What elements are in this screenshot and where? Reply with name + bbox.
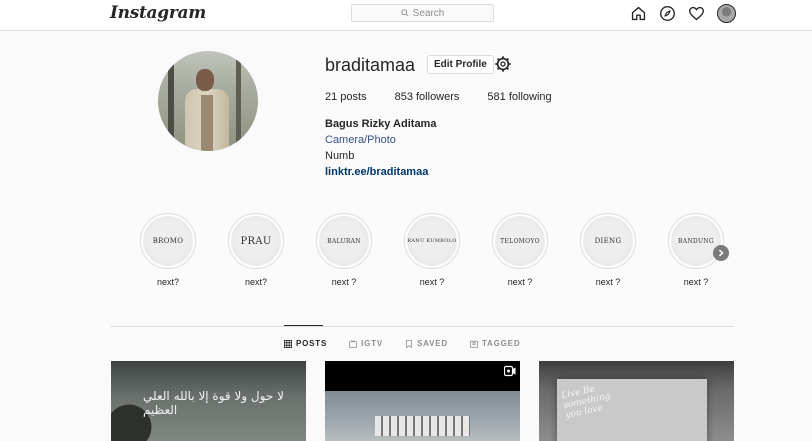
highlight-label: next? [156, 277, 180, 287]
reel-video-icon [504, 365, 516, 377]
tab-posts[interactable]: POSTS [284, 339, 327, 348]
heart-icon[interactable] [688, 5, 705, 22]
home-icon[interactable] [630, 5, 647, 22]
search-placeholder: Search [412, 7, 445, 19]
bio-category: Camera/Photo [325, 134, 396, 146]
top-nav: Instagram Search [0, 0, 812, 31]
highlight-cover: BALURAN [319, 216, 369, 266]
profile-stats: 21 posts 853 followers 581 following [325, 91, 580, 103]
tab-tagged[interactable]: TAGGED [469, 339, 520, 348]
highlight-item[interactable]: BALURAN next ? [316, 213, 372, 287]
post-thumbnail[interactable] [325, 361, 520, 441]
post-overlay-text: لا حول ولا قوة إلا بالله العلي العظيم [143, 389, 284, 417]
highlight-item[interactable]: TELOMOYO next ? [492, 213, 548, 287]
bio-text: Numb [325, 150, 355, 162]
settings-gear-icon[interactable] [494, 55, 512, 73]
profile-picture[interactable] [158, 51, 258, 151]
story-highlights: BROMO next? PRAU next? BALURAN next ? RA… [140, 213, 730, 293]
instagram-logo[interactable]: Instagram [110, 3, 206, 23]
post-thumbnail[interactable]: لا حول ولا قوة إلا بالله العلي العظيم [111, 361, 306, 441]
highlight-label: next? [244, 277, 268, 287]
posts-count: 21 posts [325, 91, 367, 103]
grid-icon [284, 339, 292, 348]
highlight-cover: PRAU [231, 216, 281, 266]
edit-profile-button[interactable]: Edit Profile [427, 55, 494, 74]
highlight-label: next ? [419, 277, 445, 287]
nav-icons [630, 4, 736, 23]
highlight-label: next ? [331, 277, 357, 287]
highlight-cover: BROMO [143, 216, 193, 266]
search-input[interactable]: Search [351, 4, 494, 22]
post-thumbnail[interactable]: Live Be something you love [539, 361, 734, 441]
profile-username: braditamaa [325, 55, 416, 75]
bookmark-icon [406, 339, 412, 348]
highlight-label: next ? [683, 277, 709, 287]
tag-icon [469, 340, 478, 348]
explore-compass-icon[interactable] [659, 5, 676, 22]
tab-igtv[interactable]: IGTV [349, 339, 383, 348]
profile-tabs: POSTS IGTV SAVED TAGGED [284, 339, 520, 348]
highlight-item[interactable]: BROMO next? [140, 213, 196, 287]
highlight-label: next ? [507, 277, 533, 287]
highlight-item[interactable]: DIENG next ? [580, 213, 636, 287]
highlight-cover: BANDUNG [671, 216, 721, 266]
highlight-cover: TELOMOYO [495, 216, 545, 266]
bio-full-name: Bagus Rizky Aditama [325, 118, 437, 130]
highlight-item[interactable]: RANU KUMBOLO next ? [404, 213, 460, 287]
highlight-item[interactable]: PRAU next? [228, 213, 284, 287]
igtv-icon [349, 339, 358, 348]
followers-count[interactable]: 853 followers [395, 91, 460, 103]
chevron-right-icon [718, 249, 724, 257]
profile-avatar-icon[interactable] [717, 4, 736, 23]
active-tab-indicator [284, 325, 323, 326]
following-count[interactable]: 581 following [487, 91, 551, 103]
highlight-label: next ? [595, 277, 621, 287]
search-icon [400, 9, 409, 17]
highlight-cover: RANU KUMBOLO [407, 216, 457, 266]
tab-saved[interactable]: SAVED [405, 339, 448, 348]
highlights-next-button[interactable] [713, 245, 729, 261]
highlight-cover: DIENG [583, 216, 633, 266]
bio-link[interactable]: linktr.ee/braditamaa [325, 166, 428, 178]
tabs-divider [111, 326, 734, 327]
